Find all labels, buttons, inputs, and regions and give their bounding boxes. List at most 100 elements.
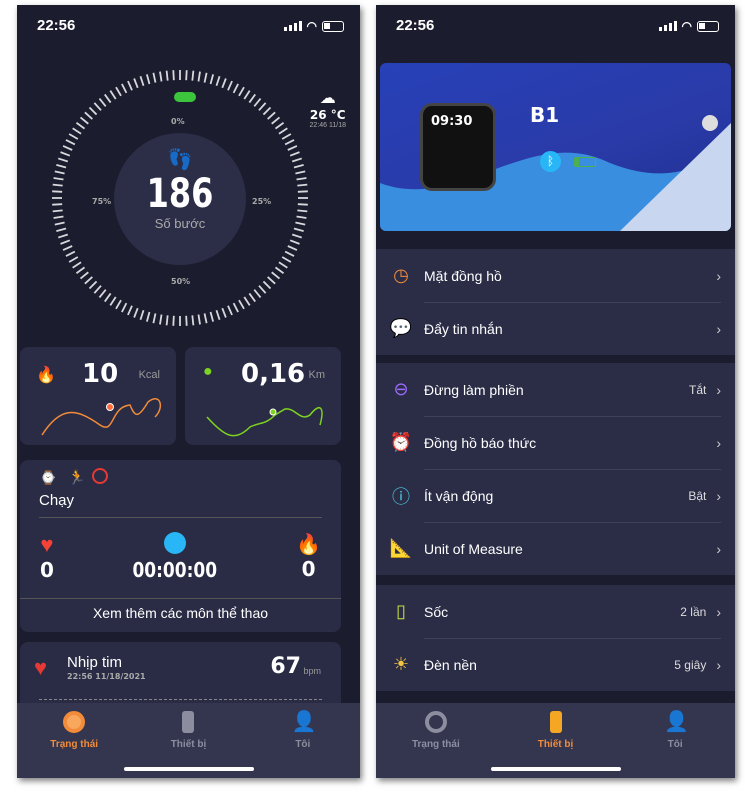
ring-tick xyxy=(62,245,73,251)
ring-tick xyxy=(289,239,300,245)
ring-tick xyxy=(267,276,276,285)
person-icon: 👤 xyxy=(291,711,317,733)
ring-tick xyxy=(68,133,79,140)
ring-tick xyxy=(72,127,82,135)
ring-tick xyxy=(274,266,285,274)
ring-tick xyxy=(104,93,112,104)
settings-row[interactable]: 📐 Unit of Measure › xyxy=(376,522,735,575)
ring-tick xyxy=(281,256,292,263)
chevron-right-icon: › xyxy=(716,603,721,620)
chevron-right-icon: › xyxy=(716,267,721,284)
calories-sparkline xyxy=(41,397,162,436)
row-value: Bật xyxy=(688,488,707,503)
ring-tick xyxy=(172,315,175,326)
tab-label: Thiết bị xyxy=(170,739,207,750)
ring-tick xyxy=(121,302,128,313)
calories-card[interactable]: 🔥 10 Kcal xyxy=(20,347,176,445)
tab-label: Tôi xyxy=(295,739,311,750)
ring-tick xyxy=(79,271,89,280)
wifi-icon: ◠ xyxy=(306,19,317,33)
status-bar: 22:56 ◠ xyxy=(376,17,735,37)
watch-icon xyxy=(182,711,195,733)
settings-row[interactable]: 💬 Đẩy tin nhắn › xyxy=(376,302,735,355)
ring-tick xyxy=(291,157,303,163)
chevron-right-icon: › xyxy=(716,487,721,504)
ring-tick xyxy=(52,183,63,187)
tick-0: 0% xyxy=(171,117,185,126)
ring-tick xyxy=(227,80,233,91)
heart-rate-unit: bpm xyxy=(303,666,321,676)
ring-tick xyxy=(296,177,307,181)
settings-row[interactable]: ◷ Mặt đồng hồ › xyxy=(376,249,735,302)
settings-row[interactable]: ⏰ Đồng hồ báo thức › xyxy=(376,416,735,469)
weather-time: 22:46 11/18 xyxy=(309,122,346,129)
settings-row[interactable]: ⊖ Đừng làm phiền Tắt › xyxy=(376,363,735,416)
settings-row[interactable]: ⓘ Ít vận động Bật › xyxy=(376,469,735,522)
signal-icon xyxy=(283,21,302,31)
ring-tick xyxy=(75,266,86,274)
steps-center: 👣 186 Số bước xyxy=(114,133,246,265)
ring-tick xyxy=(109,296,117,306)
ring-tick xyxy=(60,151,71,157)
ring-tick xyxy=(56,227,67,232)
ring-tick xyxy=(75,122,86,130)
tab-label: Tôi xyxy=(667,739,683,750)
tab-me[interactable]: 👤 Tôi xyxy=(246,703,360,778)
watch-face-icon: ◷ xyxy=(393,265,409,285)
device-banner[interactable]: 09:30 B1 ᛒ xyxy=(380,63,731,231)
clock: 22:56 xyxy=(396,17,435,34)
signal-icon xyxy=(658,21,677,31)
ring-tick xyxy=(115,299,122,310)
ring-tick xyxy=(238,86,245,97)
sport-duration: 00:00:00 xyxy=(132,558,218,582)
ring-tick xyxy=(295,221,306,226)
tab-label: Trạng thái xyxy=(50,739,99,750)
ring-tick xyxy=(56,164,67,169)
ring-tick xyxy=(98,289,107,299)
ring-tick xyxy=(159,314,163,325)
chevron-right-icon: › xyxy=(716,320,721,337)
ring-tick xyxy=(295,170,306,175)
device-battery-icon xyxy=(574,157,596,167)
ring-tick xyxy=(127,305,133,316)
heart-rate-value: 67 xyxy=(270,654,301,679)
tab-label: Trạng thái xyxy=(411,739,460,750)
settings-row[interactable]: ☀ Đèn nền 5 giây › xyxy=(376,638,735,691)
sport-card[interactable]: ⌚ 🏃 Chạy ♥ 0 00:00:00 🔥 0 Xem thêm các môn… xyxy=(20,460,341,632)
ring-tick xyxy=(185,315,188,326)
settings-group: ◷ Mặt đồng hồ › 💬 Đẩy tin nhắn › xyxy=(376,249,735,355)
alarm-clock-icon: ⏰ xyxy=(389,432,413,452)
ring-tick xyxy=(248,292,256,303)
progress-indicator xyxy=(174,92,196,102)
ring-tick xyxy=(72,261,82,269)
more-sports-link[interactable]: Xem thêm các môn thể thao xyxy=(20,605,341,621)
ring-tick xyxy=(271,116,281,125)
settings-group: ▯ Sốc 2 lần › ☀ Đèn nền 5 giây › xyxy=(376,585,735,691)
tab-label: Thiết bị xyxy=(537,739,574,750)
ring-tick xyxy=(284,139,295,146)
distance-card[interactable]: ● 0,16 Km xyxy=(185,347,341,445)
ring-tick xyxy=(262,106,272,116)
ring-tick xyxy=(258,102,267,111)
ring-tick xyxy=(79,116,89,125)
ring-tick xyxy=(53,215,64,219)
cloud-icon: ☁ xyxy=(319,90,336,107)
ring-tick xyxy=(203,72,208,83)
tab-status[interactable]: Trạng thái xyxy=(376,703,496,778)
tab-me[interactable]: 👤 Tôi xyxy=(615,703,735,778)
ring-tick xyxy=(296,215,307,219)
tab-status[interactable]: Trạng thái xyxy=(17,703,131,778)
ring-tick xyxy=(165,315,169,326)
ring-tick xyxy=(109,90,117,100)
settings-row[interactable]: ▯ Sốc 2 lần › xyxy=(376,585,735,638)
settings-group: ⊖ Đừng làm phiền Tắt › ⏰ Đồng hồ báo thức › ⓘ Ít… xyxy=(376,363,735,575)
ring-tick xyxy=(281,133,292,140)
ring-tick xyxy=(139,309,145,321)
ring-tick xyxy=(84,276,93,285)
running-icon: 🏃 xyxy=(68,469,86,485)
status-bar: 22:56 ◠ xyxy=(17,17,360,37)
backlight-icon: ☀ xyxy=(392,654,410,674)
row-label: Sốc xyxy=(424,603,449,620)
ring-tick xyxy=(258,285,267,294)
ring-tick xyxy=(98,97,107,107)
